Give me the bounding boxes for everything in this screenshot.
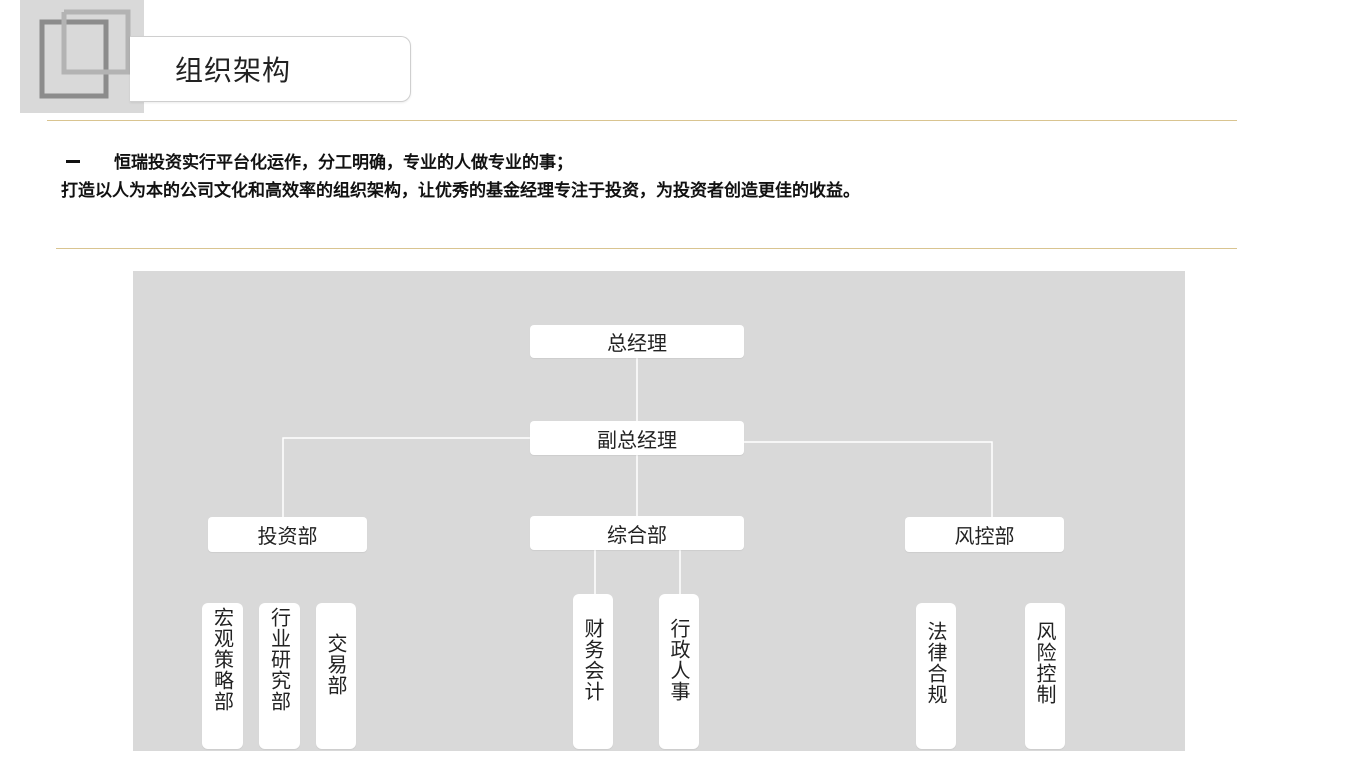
leaf-macro-strategy: 宏观策略部 <box>202 603 243 749</box>
intro-text-1: 恒瑞投资实行平台化运作，分工明确，专业的人做专业的事； <box>114 153 573 173</box>
intro-line-2: 打造以人为本的公司文化和高效率的组织架构，让优秀的基金经理专注于投资，为投资者创… <box>61 181 860 201</box>
org-chart: 总经理 副总经理 投资部 综合部 风控部 宏观策略部 行业研究部 交易部 财务会… <box>133 271 1185 751</box>
title-tab: 组织架构 <box>130 36 411 102</box>
bullet-dash-icon <box>66 159 80 163</box>
section-logo <box>20 0 144 113</box>
page-title: 组织架构 <box>175 54 292 87</box>
node-general-manager: 总经理 <box>530 325 744 358</box>
leaf-finance-accounting: 财务会计 <box>573 594 613 749</box>
node-risk-dept: 风控部 <box>905 517 1064 552</box>
leaf-legal-compliance: 法律合规 <box>916 603 956 749</box>
leaf-industry-research: 行业研究部 <box>259 603 300 749</box>
divider-top <box>47 120 1237 121</box>
node-deputy-general-manager: 副总经理 <box>530 421 744 455</box>
leaf-risk-control: 风险控制 <box>1025 603 1065 749</box>
node-investment-dept: 投资部 <box>208 517 367 552</box>
leaf-admin-hr: 行政人事 <box>659 594 699 749</box>
node-general-dept: 综合部 <box>530 516 744 550</box>
intro-line-1: 恒瑞投资实行平台化运作，分工明确，专业的人做专业的事； <box>66 148 573 173</box>
leaf-trading: 交易部 <box>316 603 356 749</box>
bracket-logo-icon <box>39 9 131 99</box>
divider-bottom <box>56 248 1237 249</box>
